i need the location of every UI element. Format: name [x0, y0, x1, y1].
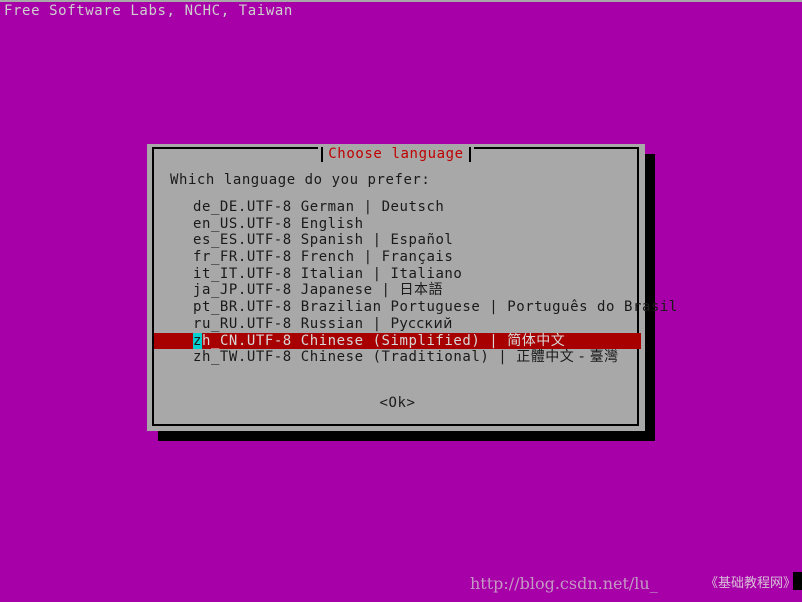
- language-option-de_DE[interactable]: de_DE.UTF-8 German | Deutsch: [154, 199, 641, 216]
- ok-button[interactable]: <Ok>: [379, 395, 415, 412]
- language-option-text: pt_BR.UTF-8 Brazilian Portuguese |: [193, 299, 508, 316]
- language-native-name: Italiano: [390, 265, 463, 282]
- language-option-it_IT[interactable]: it_IT.UTF-8 Italian | Italiano: [154, 266, 641, 283]
- language-native-name: Deutsch: [381, 199, 445, 215]
- language-option-text: fr_FR.UTF-8 French |: [193, 249, 382, 266]
- language-native-name: 日本語: [399, 282, 444, 299]
- language-option-text: ru_RU.UTF-8 Russian |: [193, 315, 391, 332]
- dialog-button-row: <Ok>: [154, 392, 641, 412]
- language-option-text: h_CN.UTF-8 Chinese (Simplified) |: [201, 332, 508, 349]
- choose-language-dialog: Which language do you prefer: de_DE.UTF-…: [147, 144, 677, 431]
- screen-top-rule: [0, 0, 802, 2]
- language-native-name: Español: [390, 232, 454, 249]
- language-option-text: ja_JP.UTF-8 Japanese |: [193, 282, 400, 299]
- language-option-text: en_US.UTF-8 English: [193, 215, 364, 232]
- dialog-inner-frame: Which language do you prefer: de_DE.UTF-…: [152, 147, 677, 426]
- language-option-text: it_IT.UTF-8 Italian |: [193, 265, 391, 282]
- language-native-name: Português do Brasil: [507, 299, 678, 316]
- language-option-en_US[interactable]: en_US.UTF-8 English: [154, 216, 641, 233]
- language-option-pt_BR[interactable]: pt_BR.UTF-8 Brazilian Portuguese | Portu…: [154, 299, 677, 316]
- language-list[interactable]: de_DE.UTF-8 German | Deutsch en_US.UTF-8 …: [154, 199, 677, 366]
- language-option-text: de_DE.UTF-8 German |: [193, 199, 382, 215]
- list-cursor-char: z: [193, 332, 202, 349]
- language-option-ru_RU[interactable]: ru_RU.UTF-8 Russian | Русский: [154, 316, 641, 333]
- language-native-name: Русский: [390, 315, 453, 332]
- terminal-screen: Free Software Labs, NCHC, Taiwan Which l…: [0, 0, 802, 602]
- language-native-name: 简体中文: [507, 332, 566, 349]
- watermark-url: http://blog.csdn.net/lu_: [470, 574, 658, 593]
- language-option-text: es_ES.UTF-8 Spanish |: [193, 232, 391, 249]
- language-option-fr_FR[interactable]: fr_FR.UTF-8 French | Français: [154, 249, 641, 266]
- language-native-name: 正體中文 - 臺灣: [516, 349, 619, 366]
- watermark-chinese: 《基础教程网》: [705, 576, 797, 591]
- language-native-name: Français: [381, 249, 454, 266]
- language-option-es_ES[interactable]: es_ES.UTF-8 Spanish | Español: [154, 232, 641, 249]
- dialog-prompt: Which language do you prefer:: [170, 172, 431, 188]
- vendor-banner: Free Software Labs, NCHC, Taiwan: [4, 3, 293, 19]
- language-option-text: zh_TW.UTF-8 Chinese (Traditional) |: [193, 349, 517, 366]
- language-option-zh_CN[interactable]: zh_CN.UTF-8 Chinese (Simplified) | 简体中文: [154, 332, 641, 350]
- language-option-zh_TW[interactable]: zh_TW.UTF-8 Chinese (Traditional) | 正體中文…: [154, 349, 641, 366]
- language-option-ja_JP[interactable]: ja_JP.UTF-8 Japanese | 日本語: [154, 282, 641, 299]
- text-cursor-block: [793, 572, 802, 590]
